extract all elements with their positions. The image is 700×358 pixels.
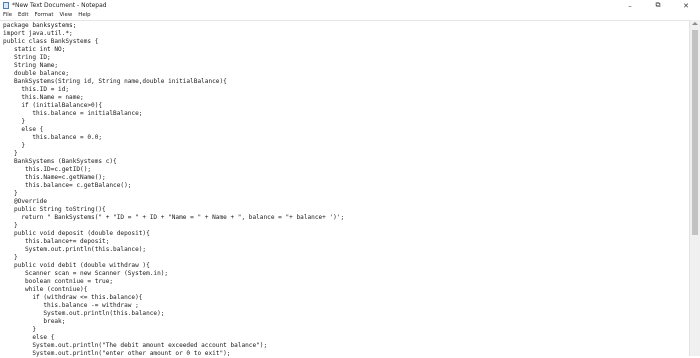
notepad-icon <box>3 2 9 9</box>
code-line: this.balance= c.getBalance(); <box>3 182 132 189</box>
menu-view[interactable]: View <box>56 11 75 20</box>
vertical-scrollbar[interactable] <box>689 20 700 356</box>
minimize-button[interactable]: – <box>618 0 642 11</box>
code-line: static int NO; <box>3 46 66 53</box>
code-line: } <box>3 326 37 333</box>
code-line: System.out.println("The debit amount exc… <box>3 342 268 349</box>
code-line: System.out.println("enter other amount o… <box>3 350 231 357</box>
code-line: System.out.println(this.balance); <box>3 310 165 317</box>
code-line: } <box>3 142 26 149</box>
code-line: public void debit (double withdraw ){ <box>3 262 150 269</box>
code-line: import java.util.*; <box>3 30 73 37</box>
menu-bar: File Edit Format View Help <box>0 11 700 20</box>
code-line: } <box>3 150 18 157</box>
code-line: public void deposit (double deposit){ <box>3 230 150 237</box>
code-line: Scanner scan = new Scanner (System.in); <box>3 270 169 277</box>
scrollbar-thumb[interactable] <box>692 30 698 235</box>
code-line: while (contniue){ <box>3 286 88 293</box>
code-line: BankSystems (BankSystems c){ <box>3 158 117 165</box>
close-button[interactable]: ✕ <box>674 0 698 11</box>
code-line: this.ID = id; <box>3 86 70 93</box>
code-line: this.balance+= deposit; <box>3 238 110 245</box>
code-line: } <box>3 190 18 197</box>
code-line: } <box>3 254 18 261</box>
maximize-button[interactable]: ⧉ <box>646 0 670 11</box>
code-line: String Name; <box>3 62 59 69</box>
code-line: if (withdraw <= this.balance){ <box>3 294 143 301</box>
code-line: this.balance = 0.0; <box>3 134 103 141</box>
code-line: double balance; <box>3 70 70 77</box>
editor-text[interactable]: package banksystems; import java.util.*; p… <box>3 22 344 358</box>
code-line: } <box>3 222 18 229</box>
code-line: this.balance = initialBalance; <box>3 110 143 117</box>
code-line: BankSystems(String id, String name,doubl… <box>3 78 227 85</box>
code-line: System.out.println(this.balance); <box>3 246 147 253</box>
code-line: return " BankSystems(" + "ID = " + ID + … <box>3 214 345 221</box>
code-line: } <box>3 118 26 125</box>
code-line: @Override <box>3 198 48 205</box>
code-line: package banksystems; <box>3 22 77 29</box>
code-line: break; <box>3 318 66 325</box>
code-line: public String toString(){ <box>3 206 106 213</box>
code-line: this.balance -= withdraw ; <box>3 302 139 309</box>
menu-format[interactable]: Format <box>31 11 56 20</box>
code-line: public class BankSystems { <box>3 38 99 45</box>
scroll-up-arrow-icon[interactable] <box>692 22 698 25</box>
title-bar: *New Text Document - Notepad – ⧉ ✕ <box>0 0 700 11</box>
code-line: boolean contniue = true; <box>3 278 114 285</box>
menu-help[interactable]: Help <box>75 11 93 20</box>
text-editor[interactable]: package banksystems; import java.util.*; p… <box>0 20 689 358</box>
code-line: else { <box>3 126 44 133</box>
menu-edit[interactable]: Edit <box>15 11 31 20</box>
code-line: this.ID=c.getID(); <box>3 166 92 173</box>
code-line: this.Name=c.getName(); <box>3 174 106 181</box>
menu-file[interactable]: File <box>0 11 15 20</box>
code-line: this.Name = name; <box>3 94 84 101</box>
code-line: String ID; <box>3 54 51 61</box>
code-line: if (initialBalance>0){ <box>3 102 103 109</box>
code-line: else { <box>3 334 55 341</box>
window-title: *New Text Document - Notepad <box>12 2 107 9</box>
